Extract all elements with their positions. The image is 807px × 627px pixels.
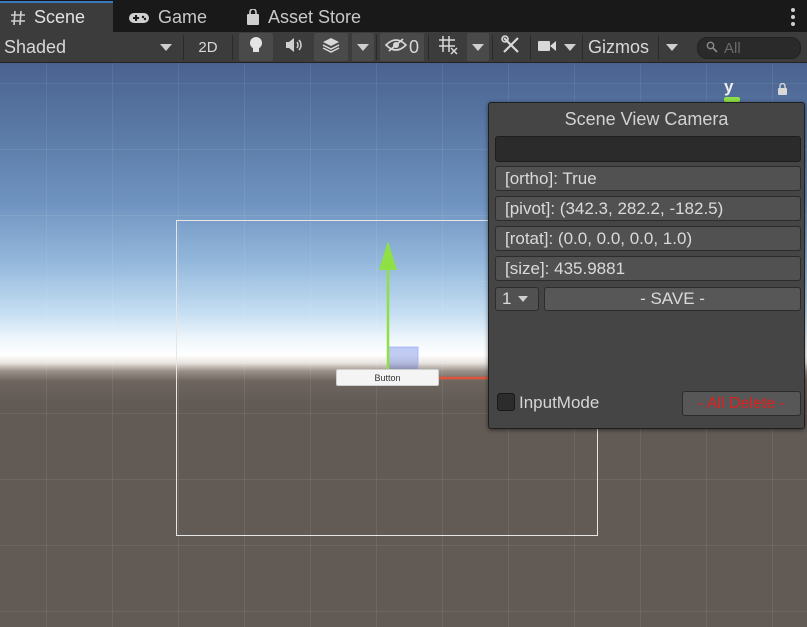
camera-name-input[interactable] [495,136,801,162]
camera-icon [537,37,557,58]
camera-dropdown-button[interactable] [561,33,579,61]
search-placeholder: All [724,39,741,57]
grid-dropdown-button[interactable] [467,33,489,61]
size-field[interactable]: [size]: 435.9881 [495,256,801,281]
toggle-2d-label: 2D [198,38,218,56]
input-mode-checkbox[interactable] [497,393,515,411]
tab-scene[interactable]: Scene [0,1,113,32]
lock-icon[interactable] [777,82,788,101]
layers-icon [321,37,341,58]
effects-dropdown-button[interactable] [352,33,374,61]
save-button[interactable]: - SAVE - [544,287,801,311]
grid-snapping-button[interactable] [432,33,464,61]
chevron-down-icon [666,43,678,51]
input-mode-label: InputMode [519,393,600,412]
gizmos-button[interactable]: Gizmos [586,33,656,61]
ortho-field[interactable]: [ortho]: True [495,166,801,191]
chevron-down-icon [160,43,172,51]
shading-mode-label: Shaded [4,36,67,57]
grid-icon [438,35,458,60]
chevron-down-icon [564,43,576,51]
pivot-field[interactable]: [pivot]: (342.3, 282.2, -182.5) [495,196,801,221]
hidden-count: 0 [408,36,419,57]
hash-icon [10,10,26,26]
chevron-down-icon [357,43,369,51]
tools-icon [501,34,521,60]
scene-view-camera-panel: Scene View Camera [ortho]: True [pivot]:… [488,102,805,429]
toggle-2d-button[interactable]: 2D [190,33,226,61]
ui-button-object[interactable]: Button [336,369,439,386]
slot-dropdown[interactable]: 1 [495,287,539,311]
audio-toggle-button[interactable] [278,33,310,61]
effects-toggle-button[interactable] [314,33,348,61]
gizmos-dropdown-button[interactable] [661,33,683,61]
speaker-icon [284,37,304,58]
panel-title: Scene View Camera [564,109,729,129]
tab-scene-label: Scene [34,7,86,27]
chevron-down-icon [518,296,529,302]
scene-visibility-button[interactable]: 0 [380,33,424,61]
scene-toolbar: Shaded 2D 0 Gizmos [0,32,807,63]
ui-button-label: Button [374,372,401,383]
rotation-field[interactable]: [rotat]: (0.0, 0.0, 0.0, 1.0) [495,226,801,251]
axis-gizmo-y-label: y [724,77,734,96]
tab-game[interactable]: Game [118,3,217,32]
more-options-icon[interactable] [791,8,795,29]
gamepad-icon [128,11,150,25]
lighting-toggle-button[interactable] [239,33,273,61]
gizmos-label: Gizmos [588,36,650,57]
shading-mode-dropdown[interactable]: Shaded [4,33,176,61]
chevron-down-icon [472,43,484,51]
tools-button[interactable] [497,33,525,61]
tab-asset-store[interactable]: Asset Store [236,3,371,32]
y-axis-arrow[interactable] [379,241,397,270]
shopping-bag-icon [246,9,260,26]
search-icon [706,40,718,57]
all-delete-button[interactable]: - All Delete - [682,391,801,416]
eye-hidden-icon [384,37,408,58]
tab-game-label: Game [158,7,208,27]
camera-settings-button[interactable] [535,33,559,61]
scene-search-input[interactable]: All [697,37,801,59]
axis-gizmo-y[interactable]: y [724,77,733,97]
tab-asset-store-label: Asset Store [268,7,362,27]
tab-bar: Scene Game Asset Store [0,0,807,32]
lightbulb-icon [249,36,263,59]
slot-value: 1 [502,289,512,308]
